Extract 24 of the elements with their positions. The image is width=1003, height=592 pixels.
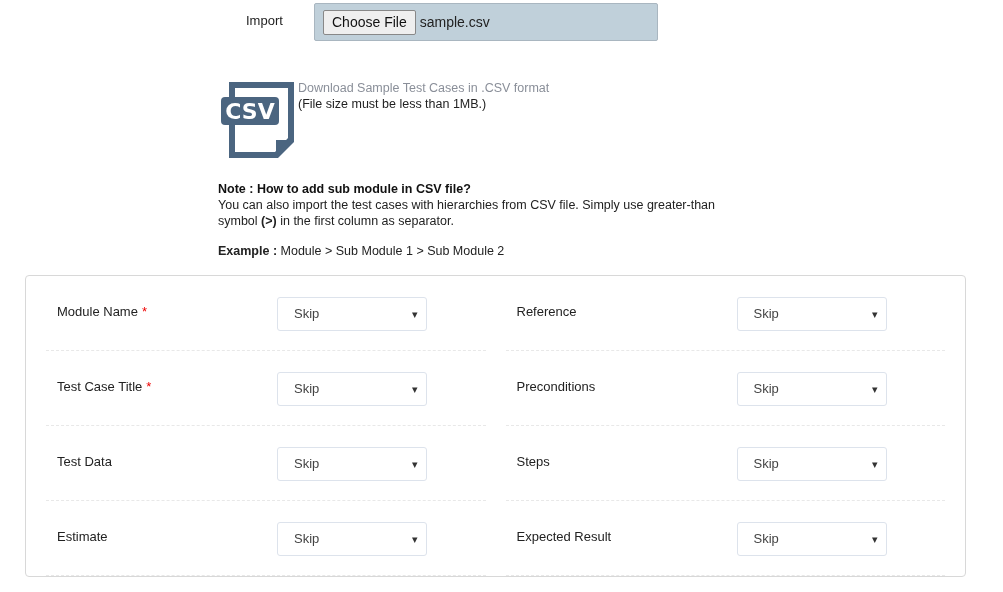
skip-select[interactable]: Skip ▾ <box>736 522 887 556</box>
note-text: You can also import the test cases with hierarchies from CSV file. Simply use greater-than symbol (>) in the first column as separator. <box>218 197 716 229</box>
field-label: Test Case Title * <box>57 378 153 396</box>
note-title: Note : How to add sub module in CSV file? <box>218 181 472 197</box>
field-label: Module Name * <box>57 303 148 321</box>
import-label: Import <box>246 12 284 30</box>
example-text: Example : Module > Sub Module 1 > Sub Module 2 <box>218 243 506 259</box>
skip-select[interactable]: Skip ▾ <box>736 447 887 481</box>
file-name: sample.csv <box>419 12 490 32</box>
field-label: Estimate <box>57 528 109 546</box>
choose-file-button[interactable]: Choose File <box>323 9 416 35</box>
field-label: Reference <box>516 303 578 321</box>
skip-select[interactable]: Skip ▾ <box>736 297 887 331</box>
skip-select[interactable]: Skip ▾ <box>277 372 427 406</box>
skip-select[interactable]: Skip ▾ <box>736 372 887 406</box>
file-size-note: (File size must be less than 1MB.) <box>298 96 488 112</box>
skip-select[interactable]: Skip ▾ <box>277 297 427 331</box>
field-label: Expected Result <box>516 528 613 546</box>
field-label: Test Data <box>57 453 113 471</box>
skip-select[interactable]: Skip ▾ <box>277 522 427 556</box>
skip-select[interactable]: Skip ▾ <box>277 447 427 481</box>
field-label: Steps <box>516 453 551 471</box>
file-input[interactable]: Choose File sample.csv <box>314 3 658 41</box>
field-label: Preconditions <box>516 378 597 396</box>
